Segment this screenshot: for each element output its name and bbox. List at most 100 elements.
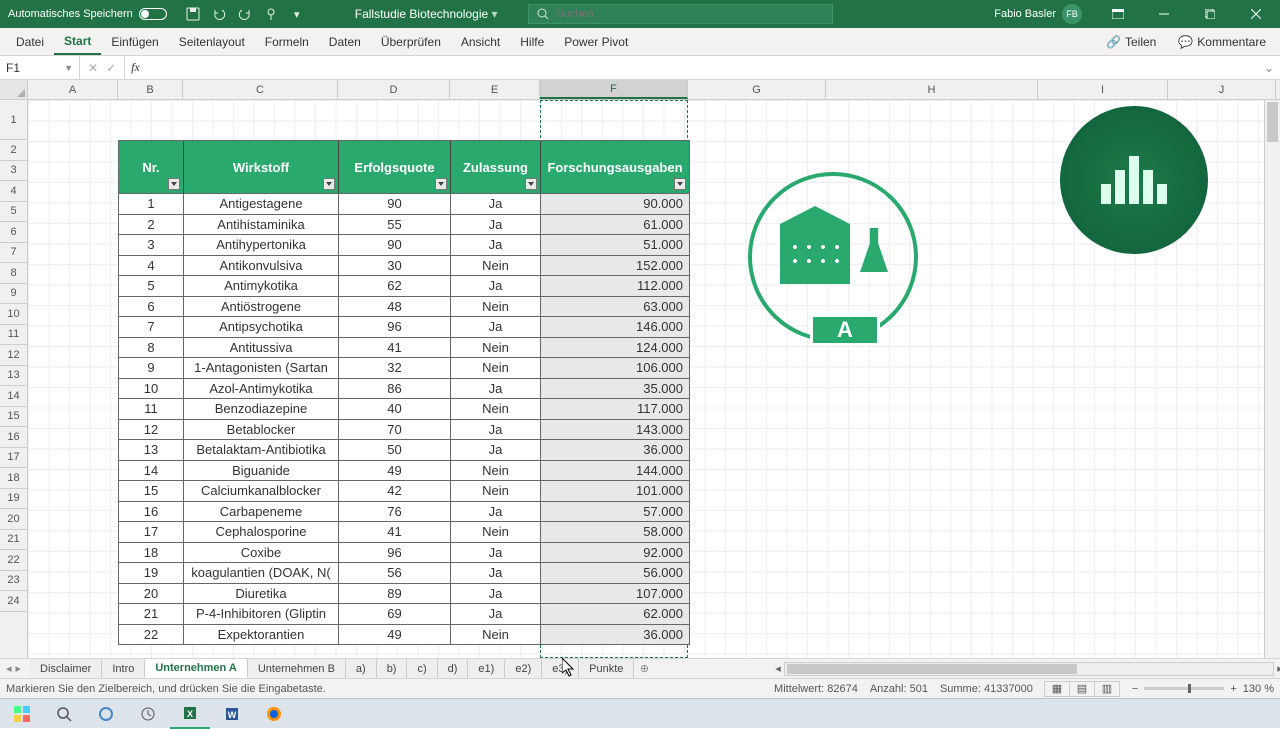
search-input[interactable] [557, 8, 824, 20]
table-cell[interactable]: 96 [339, 316, 451, 337]
sheet-tab[interactable]: Punkte [579, 659, 634, 678]
column-header-B[interactable]: B [118, 80, 183, 99]
table-cell[interactable]: Cephalosporine [184, 521, 339, 542]
table-cell[interactable]: Ja [451, 316, 541, 337]
table-cell[interactable]: koagulantien (DOAK, N( [184, 562, 339, 583]
row-header-22[interactable]: 22 [0, 550, 27, 571]
table-cell[interactable]: 51.000 [541, 234, 689, 255]
document-title[interactable]: Fallstudie Biotechnologie ▾ [355, 7, 498, 21]
table-cell[interactable]: Nein [451, 296, 541, 317]
table-cell[interactable]: 15 [119, 480, 184, 501]
task-view-icon[interactable] [128, 699, 168, 729]
sheet-tab[interactable]: d) [438, 659, 469, 678]
table-cell[interactable]: 57.000 [541, 501, 689, 522]
column-header-G[interactable]: G [688, 80, 826, 99]
table-cell[interactable]: 35.000 [541, 378, 689, 399]
table-header-1[interactable]: Wirkstoff [184, 141, 339, 193]
row-header-3[interactable]: 3 [0, 161, 27, 182]
row-header-16[interactable]: 16 [0, 427, 27, 448]
sheet-tab[interactable]: Unternehmen A [145, 659, 248, 678]
name-box[interactable]: F1▼ [0, 56, 80, 79]
row-header-12[interactable]: 12 [0, 345, 27, 366]
sheet-tab[interactable]: b) [377, 659, 408, 678]
table-cell[interactable]: Antigestagene [184, 193, 339, 214]
start-button[interactable] [2, 699, 42, 729]
sheet-tab[interactable]: a) [346, 659, 377, 678]
table-cell[interactable]: 17 [119, 521, 184, 542]
sheet-tab[interactable]: e1) [468, 659, 505, 678]
autosave-toggle[interactable]: Automatisches Speichern [0, 8, 175, 20]
save-icon[interactable] [185, 6, 201, 22]
table-cell[interactable]: 56 [339, 562, 451, 583]
table-cell[interactable]: Ja [451, 419, 541, 440]
table-cell[interactable]: Ja [451, 603, 541, 624]
table-cell[interactable]: 36.000 [541, 624, 689, 645]
table-row[interactable]: 13Betalaktam-Antibiotika50Ja36.000 [119, 439, 689, 460]
table-cell[interactable]: 22 [119, 624, 184, 645]
table-cell[interactable]: 89 [339, 583, 451, 604]
table-cell[interactable]: 19 [119, 562, 184, 583]
table-cell[interactable]: 101.000 [541, 480, 689, 501]
table-cell[interactable]: Ja [451, 275, 541, 296]
column-header-A[interactable]: A [28, 80, 118, 99]
table-row[interactable]: 19koagulantien (DOAK, N(56Ja56.000 [119, 562, 689, 583]
ribbon-tab-formeln[interactable]: Formeln [255, 28, 319, 55]
fx-icon[interactable]: fx [125, 60, 146, 75]
table-cell[interactable]: 30 [339, 255, 451, 276]
table-cell[interactable]: 16 [119, 501, 184, 522]
table-cell[interactable]: Antihistaminika [184, 214, 339, 235]
user-account[interactable]: Fabio Basler FB [994, 4, 1082, 24]
filter-icon[interactable] [435, 178, 447, 190]
zoom-out-icon[interactable]: − [1132, 683, 1138, 695]
table-row[interactable]: 17Cephalosporine41Nein58.000 [119, 521, 689, 542]
table-cell[interactable]: 41 [339, 337, 451, 358]
table-cell[interactable]: 40 [339, 398, 451, 419]
table-cell[interactable]: 86 [339, 378, 451, 399]
table-cell[interactable]: 107.000 [541, 583, 689, 604]
close-button[interactable] [1236, 0, 1276, 28]
table-cell[interactable]: 143.000 [541, 419, 689, 440]
table-row[interactable]: 1Antigestagene90Ja90.000 [119, 193, 689, 214]
touch-mode-icon[interactable] [263, 6, 279, 22]
table-cell[interactable]: Nein [451, 521, 541, 542]
table-cell[interactable]: Ja [451, 439, 541, 460]
ribbon-tab-ansicht[interactable]: Ansicht [451, 28, 510, 55]
column-header-E[interactable]: E [450, 80, 540, 99]
table-cell[interactable]: 9 [119, 357, 184, 378]
filter-icon[interactable] [674, 178, 686, 190]
row-header-11[interactable]: 11 [0, 325, 27, 346]
table-cell[interactable]: Antimykotika [184, 275, 339, 296]
table-cell[interactable]: Coxibe [184, 542, 339, 563]
search-box[interactable] [528, 4, 833, 24]
table-row[interactable]: 8Antitussiva41Nein124.000 [119, 337, 689, 358]
table-cell[interactable]: 50 [339, 439, 451, 460]
vertical-scrollbar[interactable] [1264, 100, 1280, 658]
horizontal-scrollbar[interactable]: ◂▸ [784, 662, 1274, 676]
row-header-21[interactable]: 21 [0, 530, 27, 551]
table-cell[interactable]: Betalaktam-Antibiotika [184, 439, 339, 460]
page-break-icon[interactable]: ▥ [1094, 681, 1120, 697]
table-cell[interactable]: 18 [119, 542, 184, 563]
table-cell[interactable]: Ja [451, 542, 541, 563]
cell-grid[interactable]: Nr.WirkstoffErfolgsquoteZulassungForschu… [28, 100, 1264, 658]
ribbon-tab-hilfe[interactable]: Hilfe [510, 28, 554, 55]
chart-logo[interactable] [1060, 106, 1208, 254]
sheet-tab[interactable]: Intro [102, 659, 145, 678]
row-header-4[interactable]: 4 [0, 181, 27, 202]
table-row[interactable]: 7Antipsychotika96Ja146.000 [119, 316, 689, 337]
table-cell[interactable]: Nein [451, 480, 541, 501]
table-row[interactable]: 4Antikonvulsiva30Nein152.000 [119, 255, 689, 276]
zoom-slider[interactable] [1144, 687, 1224, 690]
table-header-4[interactable]: Forschungsausgaben [541, 141, 689, 193]
table-cell[interactable]: 1 [119, 193, 184, 214]
view-buttons[interactable]: ▦ ▤ ▥ [1045, 681, 1120, 697]
table-cell[interactable]: 56.000 [541, 562, 689, 583]
table-cell[interactable]: 106.000 [541, 357, 689, 378]
table-row[interactable]: 2Antihistaminika55Ja61.000 [119, 214, 689, 235]
table-cell[interactable]: Nein [451, 357, 541, 378]
table-cell[interactable]: 92.000 [541, 542, 689, 563]
minimize-button[interactable] [1144, 0, 1184, 28]
toggle-switch[interactable] [139, 8, 167, 20]
redo-icon[interactable] [237, 6, 253, 22]
table-cell[interactable]: 96 [339, 542, 451, 563]
